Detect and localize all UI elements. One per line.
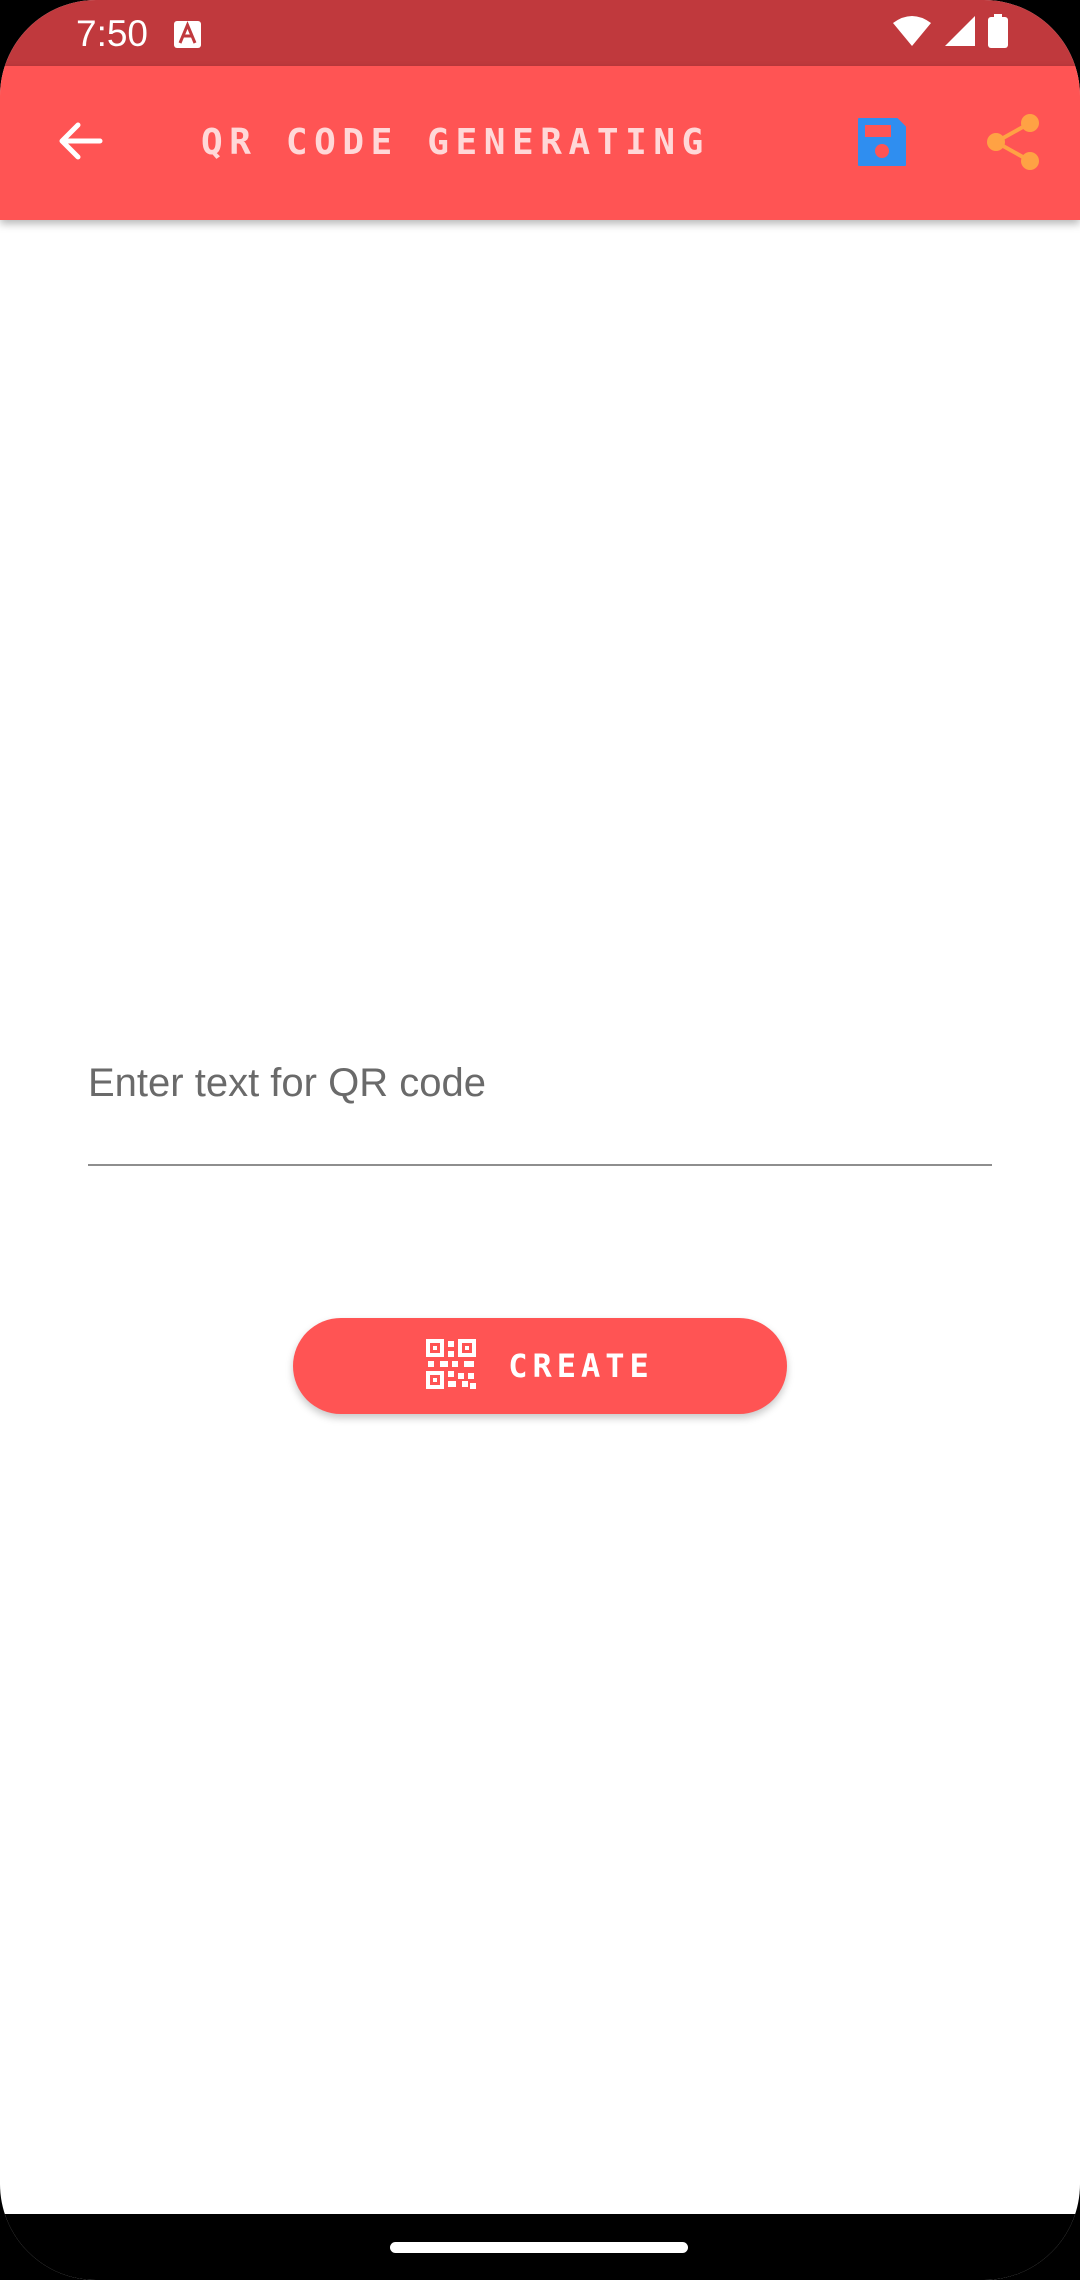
page-title: QR CODE GENERATING [201, 122, 710, 163]
save-button[interactable] [836, 105, 928, 183]
share-button[interactable] [966, 105, 1058, 183]
app-bar: QR CODE GENERATING [0, 66, 1080, 220]
floppy-disk-icon [855, 115, 909, 174]
text-a-icon [174, 21, 201, 48]
share-icon [984, 113, 1040, 176]
status-bar: 7:50 [0, 0, 1080, 66]
signal-icon [944, 15, 976, 52]
arrow-back-icon [56, 117, 104, 170]
gesture-handle[interactable] [390, 2242, 688, 2253]
qr-text-input[interactable] [88, 1050, 992, 1116]
status-icons [892, 13, 1008, 53]
create-button[interactable]: CREATE [293, 1318, 787, 1414]
back-button[interactable] [34, 97, 126, 189]
qr-text-field [88, 1030, 992, 1166]
status-time: 7:50 [76, 13, 149, 54]
create-button-label: CREATE [508, 1347, 654, 1385]
battery-icon [988, 13, 1008, 53]
qr-code-icon [426, 1338, 477, 1394]
wifi-icon [892, 15, 932, 52]
app-screen: 7:50 QR CODE GENERATING Enter text for Q… [0, 0, 1080, 2280]
